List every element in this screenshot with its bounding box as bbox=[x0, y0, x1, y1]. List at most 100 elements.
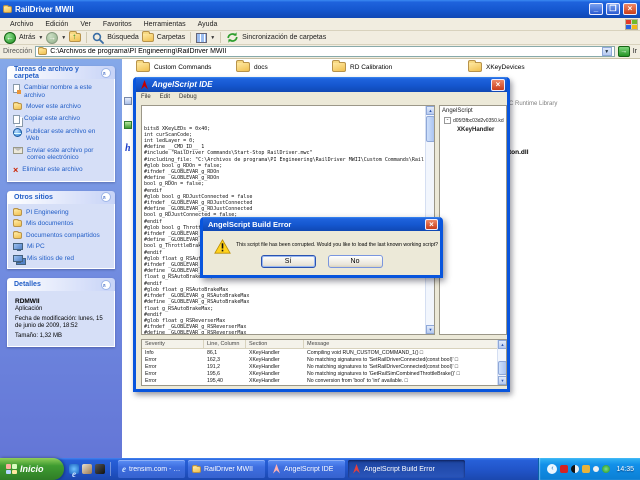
back-dropdown-icon[interactable]: ▼ bbox=[38, 35, 43, 41]
place-mis-sitios-red[interactable]: Mis sitios de red bbox=[13, 255, 110, 263]
panel-other-places: Otros sitios » PI Engineering Mis docume… bbox=[7, 191, 115, 270]
task-publish-web[interactable]: Publicar este archivo en Web bbox=[13, 128, 110, 143]
tray-chevron-icon[interactable]: ‹ bbox=[547, 464, 557, 474]
address-input[interactable]: C:\Archivos de programa\PI Engineering\R… bbox=[35, 46, 615, 57]
scroll-down-icon[interactable]: ▼ bbox=[498, 376, 507, 385]
tray-icon-white[interactable] bbox=[593, 466, 599, 472]
quick-launch-ie-icon[interactable]: e bbox=[69, 464, 79, 474]
message-row[interactable]: Error 213,21 XKeyHandler No matching sig… bbox=[142, 384, 496, 385]
menu-edicion[interactable]: Edición bbox=[39, 21, 74, 28]
maximize-button[interactable]: ❐ bbox=[606, 3, 620, 15]
menu-favoritos[interactable]: Favoritos bbox=[97, 21, 138, 28]
col-section[interactable]: Section bbox=[246, 340, 304, 349]
tray-icon-monochrome[interactable] bbox=[571, 465, 579, 473]
views-dropdown-icon[interactable]: ▼ bbox=[210, 35, 215, 41]
dialog-close-button[interactable]: × bbox=[425, 219, 438, 230]
task-copy-file[interactable]: Copiar este archivo bbox=[13, 115, 110, 124]
tree-root[interactable]: AngelScript bbox=[442, 108, 505, 114]
address-dropdown-icon[interactable]: ▼ bbox=[602, 47, 612, 56]
mail-icon bbox=[13, 147, 23, 154]
search-label[interactable]: Búsqueda bbox=[107, 34, 139, 41]
up-folder-icon[interactable]: ↑ bbox=[69, 33, 81, 42]
network-icon bbox=[13, 255, 23, 262]
ide-menu-debug[interactable]: Debug bbox=[179, 94, 197, 100]
task-rename-file[interactable]: Cambiar nombre a este archivo bbox=[13, 84, 110, 99]
folders-label[interactable]: Carpetas bbox=[157, 34, 185, 41]
taskbar-button-ide[interactable]: AngelScript IDE bbox=[268, 460, 345, 478]
ide-title: AngelScript IDE bbox=[152, 80, 488, 89]
taskbar-button-explorer[interactable]: RailDriver MWII bbox=[188, 460, 265, 478]
scroll-thumb[interactable] bbox=[498, 361, 507, 375]
col-line-column[interactable]: Line, Column bbox=[204, 340, 246, 349]
quick-launch-app-icon[interactable] bbox=[95, 464, 105, 474]
explorer-toolbar: ← Atrás ▼ → ▼ ↑ Búsqueda Carpetas ▼ Si bbox=[0, 31, 640, 45]
message-row[interactable]: Error 162,3 XKeyHandler No matching sign… bbox=[142, 356, 496, 363]
globe-icon bbox=[13, 128, 22, 137]
sync-label[interactable]: Sincronización de carpetas bbox=[242, 34, 326, 41]
ide-menu-edit[interactable]: Edit bbox=[160, 94, 170, 100]
folders-view-icon[interactable] bbox=[142, 33, 154, 42]
no-button[interactable]: No bbox=[328, 255, 383, 268]
scroll-up-icon[interactable]: ▲ bbox=[426, 106, 435, 115]
tree-collapse-icon[interactable]: - bbox=[444, 117, 451, 124]
place-documentos-compartidos[interactable]: Documentos compartidos bbox=[13, 232, 110, 240]
menu-ayuda[interactable]: Ayuda bbox=[192, 21, 224, 28]
script-tree-panel[interactable]: AngelScript - d05f3fbc03d2v0350.kd XKeyH… bbox=[439, 105, 507, 335]
tray-icon-green[interactable] bbox=[602, 465, 610, 473]
place-mi-pc[interactable]: Mi PC bbox=[13, 243, 110, 251]
taskbar-clock[interactable]: 14:35 bbox=[616, 466, 634, 473]
build-messages-panel[interactable]: Severity Line, Column Section Message In… bbox=[141, 339, 507, 386]
forward-icon[interactable]: → bbox=[46, 32, 58, 44]
yes-button[interactable]: Sí bbox=[261, 255, 316, 268]
scroll-down-icon[interactable]: ▼ bbox=[426, 325, 435, 334]
col-message[interactable]: Message bbox=[304, 340, 506, 349]
taskbar-button-build-error[interactable]: AngelScript Build Error bbox=[348, 460, 465, 478]
task-delete-file[interactable]: × Eliminar este archivo bbox=[13, 166, 110, 175]
folder-icon bbox=[468, 62, 482, 72]
back-icon[interactable]: ← bbox=[4, 32, 16, 44]
menu-archivo[interactable]: Archivo bbox=[4, 21, 39, 28]
back-label[interactable]: Atrás bbox=[19, 34, 35, 41]
scroll-up-icon[interactable]: ▲ bbox=[498, 340, 507, 349]
tree-node-script[interactable]: - d05f3fbc03d2v0350.kd bbox=[444, 117, 505, 124]
explorer-titlebar[interactable]: RailDriver MWII _ ❐ × bbox=[0, 0, 640, 18]
message-row[interactable]: Error 195,6 XKeyHandler No matching sign… bbox=[142, 370, 496, 377]
message-row[interactable]: Error 195,40 XKeyHandler No conversion f… bbox=[142, 377, 496, 384]
go-button-icon[interactable]: → bbox=[618, 46, 630, 57]
tray-icon-red[interactable] bbox=[560, 465, 568, 473]
menu-ver[interactable]: Ver bbox=[74, 21, 97, 28]
task-move-file[interactable]: Mover este archivo bbox=[13, 103, 110, 111]
folder-docs[interactable]: docs bbox=[236, 62, 332, 72]
go-label[interactable]: Ir bbox=[633, 48, 637, 55]
quick-launch-desktop-icon[interactable] bbox=[82, 464, 92, 474]
col-severity[interactable]: Severity bbox=[142, 340, 204, 349]
collapse-chevron-icon[interactable]: » bbox=[101, 280, 111, 290]
tree-leaf-xkeyhandler[interactable]: XKeyHandler bbox=[457, 127, 505, 133]
folder-custom-commands[interactable]: Custom Commands bbox=[136, 62, 236, 72]
scroll-thumb[interactable] bbox=[426, 116, 435, 142]
ide-titlebar[interactable]: AngelScript IDE × bbox=[136, 77, 507, 92]
folder-xkeydevices[interactable]: XKeyDevices bbox=[468, 62, 568, 72]
dialog-titlebar[interactable]: AngelScript Build Error × bbox=[203, 217, 440, 231]
folder-rd-calibration[interactable]: RD Calibration bbox=[332, 62, 468, 72]
sync-icon[interactable] bbox=[226, 31, 239, 44]
menu-herramientas[interactable]: Herramientas bbox=[138, 21, 192, 28]
place-mis-documentos[interactable]: Mis documentos bbox=[13, 220, 110, 228]
ide-menu-file[interactable]: File bbox=[141, 94, 151, 100]
ide-close-button[interactable]: × bbox=[491, 79, 505, 91]
start-button[interactable]: Inicio bbox=[0, 458, 64, 480]
taskbar-button-browser[interactable]: e trensim.com - Ve To... bbox=[118, 460, 185, 478]
minimize-button[interactable]: _ bbox=[589, 3, 603, 15]
message-row[interactable]: Info 86,1 XKeyHandler Compiling void RUN… bbox=[142, 349, 496, 356]
task-email-file[interactable]: Enviar este archivo por correo electróni… bbox=[13, 147, 110, 162]
messages-scrollbar[interactable]: ▲ ▼ bbox=[497, 340, 506, 385]
forward-dropdown-icon[interactable]: ▼ bbox=[61, 35, 66, 41]
place-pi-engineering[interactable]: PI Engineering bbox=[13, 209, 110, 217]
close-button[interactable]: × bbox=[623, 3, 637, 15]
message-row[interactable]: Error 191,2 XKeyHandler No matching sign… bbox=[142, 363, 496, 370]
collapse-chevron-icon[interactable]: » bbox=[101, 68, 111, 78]
tray-icon-yellow[interactable] bbox=[582, 465, 590, 473]
search-icon[interactable] bbox=[92, 32, 104, 44]
collapse-chevron-icon[interactable]: » bbox=[101, 192, 111, 202]
views-icon[interactable] bbox=[196, 33, 207, 43]
